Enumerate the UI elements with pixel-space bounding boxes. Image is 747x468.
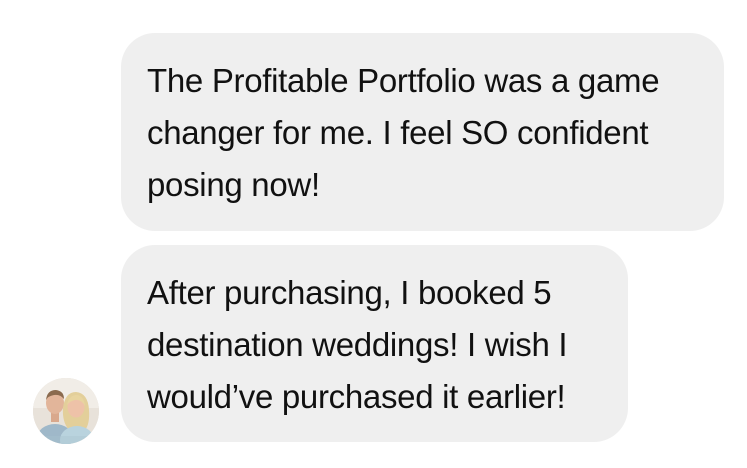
- message-1-line-3: posing now!: [147, 166, 320, 203]
- message-1-line-1: The Profitable Portfolio was a game: [147, 62, 660, 99]
- couple-photo-avatar-icon: [33, 378, 99, 444]
- message-bubble-2: After purchasing, I booked 5 destination…: [121, 245, 628, 442]
- message-1-line-2: changer for me. I feel SO confident: [147, 114, 649, 151]
- message-bubble-1: The Profitable Portfolio was a game chan…: [121, 33, 724, 231]
- message-2-line-2: destination weddings! I wish I: [147, 326, 568, 363]
- message-2-line-3: would’ve purchased it earlier!: [147, 378, 566, 415]
- message-2-line-1: After purchasing, I booked 5: [147, 274, 552, 311]
- avatar[interactable]: [33, 378, 99, 444]
